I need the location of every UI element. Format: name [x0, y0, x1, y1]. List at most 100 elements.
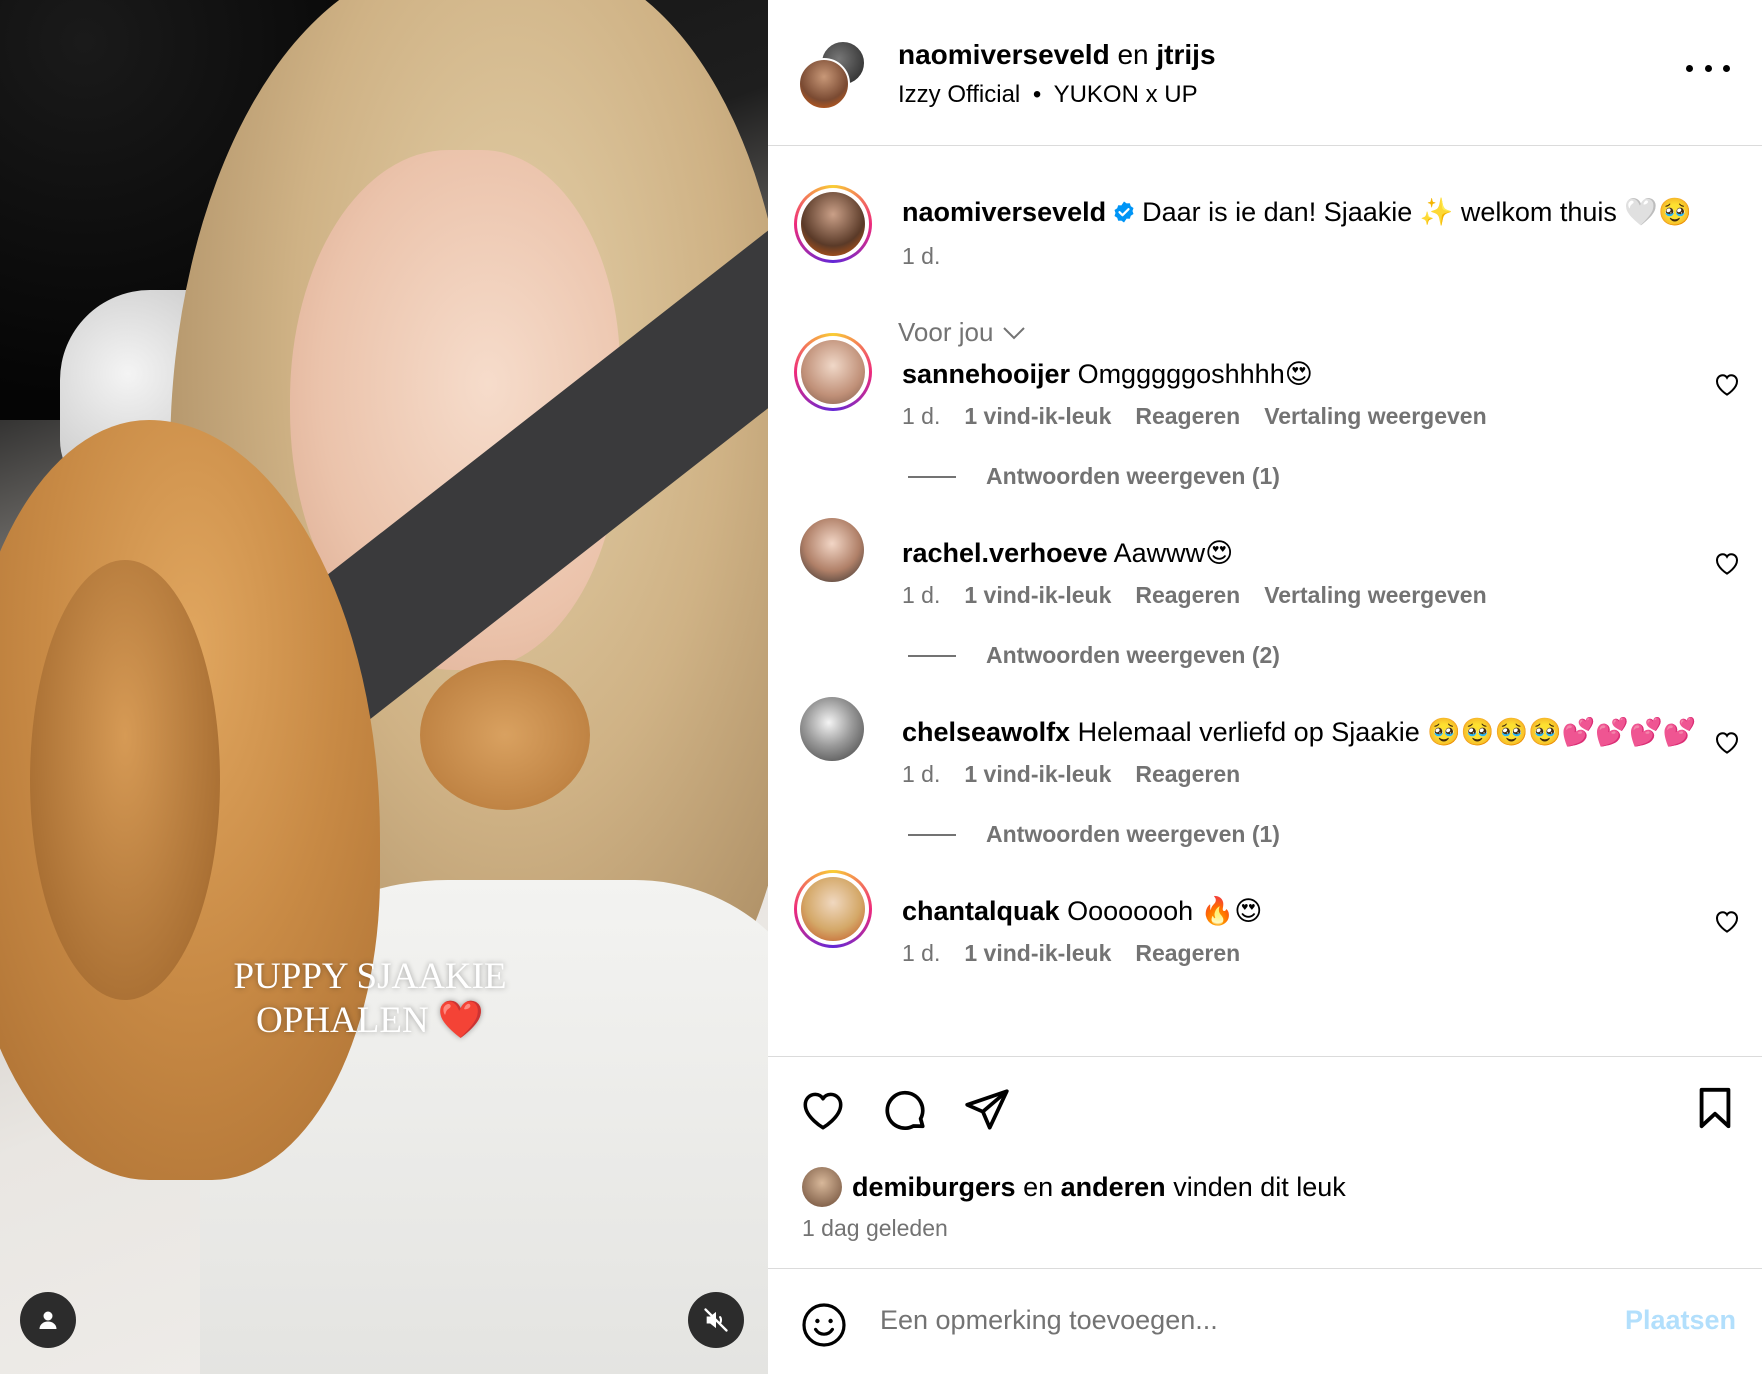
reply-button[interactable]: Reageren	[1135, 940, 1240, 967]
view-replies-label: Antwoorden weergeven (1)	[986, 821, 1280, 847]
author-avatars[interactable]	[798, 40, 868, 110]
comment-likes-link[interactable]: 1 vind-ik-leuk	[964, 761, 1111, 788]
reply-button[interactable]: Reageren	[1135, 403, 1240, 430]
reply-button[interactable]: Reageren	[1135, 761, 1240, 788]
liked-by-joiner: en	[1023, 1171, 1054, 1202]
audio-title-link[interactable]: YUKON x UP	[1054, 81, 1198, 108]
comment-avatar[interactable]	[800, 518, 864, 582]
comment-bubble-icon[interactable]	[880, 1085, 930, 1135]
liked-by-user-link[interactable]: demiburgers	[852, 1172, 1016, 1202]
comment-likes-link[interactable]: 1 vind-ik-leuk	[964, 582, 1111, 609]
comment-body: Helemaal verliefd op Sjaakie 🥹🥹🥹🥹💕💕💕💕	[1077, 717, 1697, 747]
comment-item: chantalquak Oooooooh 🔥😍 1 d. 1 vind-ik-l…	[768, 870, 1762, 1055]
comment-item: chelseawolfx Helemaal verliefd op Sjaaki…	[768, 697, 1762, 915]
comment-username[interactable]: chantalquak	[902, 896, 1060, 926]
audio-separator: •	[1032, 81, 1042, 108]
avatar-naomiverseveld[interactable]	[798, 58, 850, 110]
liked-by-suffix: vinden dit leuk	[1173, 1171, 1346, 1202]
caption-age: 1 d.	[902, 243, 941, 269]
comment-like-heart-icon[interactable]	[1712, 548, 1742, 578]
comment-like-heart-icon[interactable]	[1712, 906, 1742, 936]
action-icons	[798, 1085, 1012, 1135]
video-puppy-ear	[30, 560, 220, 1000]
liked-by-text: demiburgers en anderen vinden dit leuk	[852, 1172, 1346, 1203]
comment-item: sannehooijer Omgggggoshhhh😍 1 d. 1 vind-…	[768, 333, 1762, 557]
translate-button[interactable]: Vertaling weergeven	[1264, 403, 1486, 430]
comment-avatar[interactable]	[794, 870, 872, 948]
audio-artist-link[interactable]: Izzy Official	[898, 81, 1020, 108]
post-authors: naomiverseveld en jtrijs	[898, 38, 1216, 72]
view-replies-button[interactable]: Antwoorden weergeven (2)	[908, 642, 1280, 669]
comment-composer: Plaatsen	[768, 1268, 1762, 1374]
author-link-2[interactable]: jtrijs	[1156, 39, 1215, 70]
view-replies-label: Antwoorden weergeven (1)	[986, 463, 1280, 489]
author-link-1[interactable]: naomiverseveld	[898, 39, 1110, 70]
comment-meta: 1 d. 1 vind-ik-leuk Reageren	[902, 761, 1240, 788]
comment-sort-label: Voor jou	[898, 317, 994, 347]
more-options-button[interactable]	[1686, 58, 1730, 78]
like-heart-icon[interactable]	[798, 1085, 848, 1135]
comment-likes-link[interactable]: 1 vind-ik-leuk	[964, 940, 1111, 967]
comment-body: Omgggggoshhhh😍	[1077, 359, 1313, 389]
view-replies-button[interactable]: Antwoorden weergeven (1)	[908, 463, 1280, 490]
post-date[interactable]: 1 dag geleden	[802, 1215, 948, 1242]
comment-avatar[interactable]	[800, 697, 864, 761]
comment-likes-link[interactable]: 1 vind-ik-leuk	[964, 403, 1111, 430]
post-comment-button[interactable]: Plaatsen	[1625, 1305, 1736, 1336]
more-dot-icon	[1704, 64, 1712, 72]
view-replies-button[interactable]: Antwoorden weergeven (1)	[908, 821, 1280, 848]
post-video[interactable]: PUPPY SJAAKIE OPHALEN ❤️	[0, 0, 768, 1374]
muted-speaker-icon	[704, 1308, 728, 1332]
replies-dash	[908, 475, 956, 478]
overlay-line-1: PUPPY SJAAKIE	[233, 956, 507, 997]
liked-by-others-link[interactable]: anderen	[1061, 1172, 1166, 1202]
video-puppy-paw	[420, 660, 590, 810]
caption-body: Daar is ie dan! Sjaakie ✨ welkom thuis 🤍…	[1142, 197, 1692, 227]
caption-avatar[interactable]	[794, 185, 872, 263]
replies-dash	[908, 654, 956, 657]
comment-text: chelseawolfx Helemaal verliefd op Sjaaki…	[902, 715, 1696, 749]
comment-age: 1 d.	[902, 582, 941, 608]
caption-username[interactable]: naomiverseveld	[902, 197, 1106, 227]
reply-button[interactable]: Reageren	[1135, 582, 1240, 609]
overlay-line-2: OPHALEN ❤️	[256, 1000, 484, 1041]
tagged-users-button[interactable]	[20, 1292, 76, 1348]
comment-age: 1 d.	[902, 761, 941, 787]
share-paper-plane-icon[interactable]	[962, 1085, 1012, 1135]
liked-by[interactable]: demiburgers en anderen vinden dit leuk	[802, 1167, 1346, 1207]
view-replies-label: Antwoorden weergeven (2)	[986, 642, 1280, 668]
mute-button[interactable]	[688, 1292, 744, 1348]
comment-like-heart-icon[interactable]	[1712, 727, 1742, 757]
comment-text: rachel.verhoeve Aawww😍	[902, 536, 1682, 570]
comment-meta: 1 d. 1 vind-ik-leuk Reageren	[902, 940, 1240, 967]
comment-input[interactable]	[880, 1297, 1580, 1343]
comment-body: Aawww😍	[1113, 538, 1234, 568]
caption-text: naomiverseveld Daar is ie dan! Sjaakie ✨ …	[902, 195, 1742, 229]
user-icon	[39, 1311, 57, 1329]
comment-username[interactable]: rachel.verhoeve	[902, 538, 1108, 568]
comment-item: rachel.verhoeve Aawww😍 1 d. 1 vind-ik-le…	[768, 518, 1762, 736]
more-dot-icon	[1686, 64, 1693, 72]
comment-body: Oooooooh 🔥😍	[1067, 896, 1263, 926]
author-joiner: en	[1117, 39, 1149, 70]
save-button[interactable]	[1692, 1085, 1738, 1131]
audio-info: Izzy Official • YUKON x UP	[898, 80, 1198, 110]
comment-username[interactable]: sannehooijer	[902, 359, 1070, 389]
video-overlay-text: PUPPY SJAAKIE OPHALEN ❤️	[200, 955, 540, 1043]
comment-sort-dropdown[interactable]: Voor jou	[898, 317, 1026, 348]
comment-text: chantalquak Oooooooh 🔥😍	[902, 894, 1682, 928]
comments-list[interactable]: naomiverseveld Daar is ie dan! Sjaakie ✨ …	[768, 147, 1762, 1055]
post-side-panel: naomiverseveld en jtrijs Izzy Official •…	[768, 0, 1762, 1374]
comment-text: sannehooijer Omgggggoshhhh😍	[902, 357, 1682, 391]
comment-like-heart-icon[interactable]	[1712, 369, 1742, 399]
replies-dash	[908, 833, 956, 836]
comment-avatar[interactable]	[794, 333, 872, 411]
chevron-down-icon	[1003, 326, 1026, 339]
comment-age: 1 d.	[902, 940, 941, 966]
verified-badge-icon	[1114, 201, 1134, 223]
post-actions: demiburgers en anderen vinden dit leuk 1…	[768, 1056, 1762, 1268]
emoji-smiley-icon[interactable]	[800, 1301, 848, 1349]
translate-button[interactable]: Vertaling weergeven	[1264, 582, 1486, 609]
comment-username[interactable]: chelseawolfx	[902, 717, 1070, 747]
post-header: naomiverseveld en jtrijs Izzy Official •…	[768, 0, 1762, 146]
